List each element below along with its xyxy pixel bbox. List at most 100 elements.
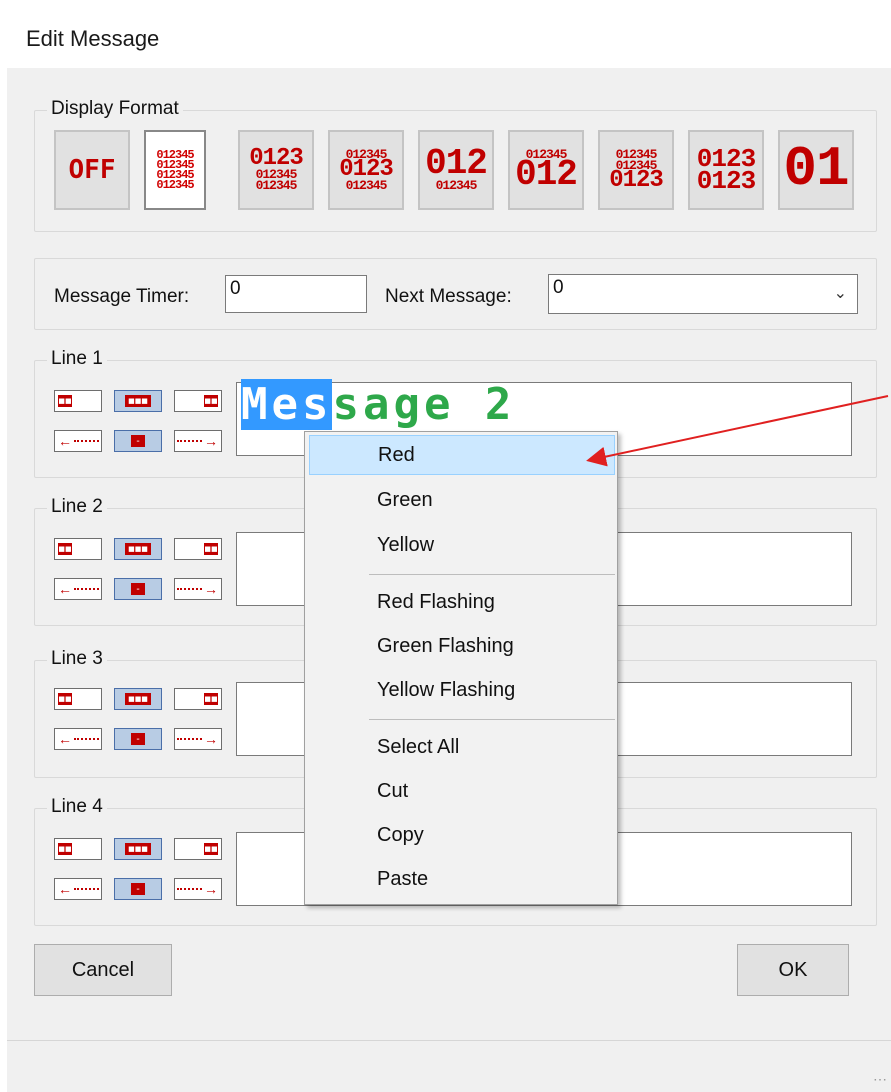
align-center-button[interactable]: ■■■ [114, 538, 162, 560]
format-line: 012345 [156, 178, 194, 193]
resize-grip-icon[interactable]: ⋯ [873, 1071, 887, 1088]
menu-separator [369, 719, 615, 720]
title-bar: Edit Message [0, 0, 891, 68]
arrow-right-icon: → [204, 731, 218, 747]
cancel-button[interactable]: Cancel [34, 944, 172, 996]
format-one-large-button[interactable]: 01 [778, 130, 854, 210]
align-left-button[interactable]: ■■ [54, 390, 102, 412]
align-center-button[interactable]: ■■■ [114, 688, 162, 710]
align-right-icon: ■■ [204, 543, 218, 555]
align-left-icon: ■■ [58, 395, 72, 407]
scroll-right-button[interactable]: → [174, 430, 222, 452]
align-right-button[interactable]: ■■ [174, 390, 222, 412]
menu-item-copy[interactable]: Copy [309, 815, 615, 855]
format-small-large-button[interactable]: 012345 012 [508, 130, 584, 210]
menu-item-label: Copy [377, 823, 424, 846]
format-small-small-big-button[interactable]: 012345 012345 0123 [598, 130, 674, 210]
menu-item-select-all[interactable]: Select All [309, 727, 615, 767]
unselected-text: sage 2 [332, 379, 516, 430]
format-two-medium-button[interactable]: 0123 0123 [688, 130, 764, 210]
scroll-none-button[interactable]: - [114, 430, 162, 452]
line2-legend: Line 2 [47, 496, 107, 518]
scroll-none-button[interactable]: - [114, 578, 162, 600]
align-left-button[interactable]: ■■ [54, 838, 102, 860]
menu-item-paste[interactable]: Paste [309, 859, 615, 899]
arrow-right-icon: → [204, 433, 218, 449]
dash-icon: - [131, 883, 145, 895]
menu-item-green-flashing[interactable]: Green Flashing [309, 626, 615, 666]
arrow-left-icon: ← [58, 731, 72, 747]
align-center-icon: ■■■ [125, 693, 151, 705]
message-timer-input[interactable]: 0 [225, 275, 367, 313]
menu-item-yellow[interactable]: Yellow [309, 525, 615, 565]
menu-item-red-flashing[interactable]: Red Flashing [309, 582, 615, 622]
menu-separator [369, 574, 615, 575]
scroll-none-button[interactable]: - [114, 878, 162, 900]
menu-item-label: Red Flashing [377, 590, 495, 613]
format-line: 012 [425, 143, 488, 185]
align-right-icon: ■■ [204, 843, 218, 855]
format-line: 0123 [339, 155, 394, 183]
align-left-button[interactable]: ■■ [54, 688, 102, 710]
menu-item-label: Select All [377, 735, 460, 758]
arrow-right-icon: → [204, 581, 218, 597]
format-line: 01 [783, 137, 849, 202]
next-message-label: Next Message: [385, 286, 512, 307]
arrow-right-icon: → [204, 881, 218, 897]
format-large-small-button[interactable]: 012 012345 [418, 130, 494, 210]
menu-item-yellow-flashing[interactable]: Yellow Flashing [309, 670, 615, 710]
status-bar [7, 1040, 891, 1092]
scroll-left-button[interactable]: ← [54, 878, 102, 900]
next-message-combobox[interactable]: 0 ⌄ [548, 274, 858, 314]
format-off-button[interactable]: OFF [54, 130, 130, 210]
menu-item-label: Yellow Flashing [377, 678, 516, 701]
format-big-small-button[interactable]: 0123 012345 012345 [238, 130, 314, 210]
menu-item-green[interactable]: Green [309, 480, 615, 520]
line1-legend: Line 1 [47, 348, 107, 370]
next-message-value: 0 [553, 277, 564, 298]
format-line: 012345 [255, 178, 298, 194]
scroll-left-button[interactable]: ← [54, 430, 102, 452]
menu-item-red[interactable]: Red [309, 435, 615, 475]
scroll-right-button[interactable]: → [174, 728, 222, 750]
align-left-button[interactable]: ■■ [54, 538, 102, 560]
display-format-legend: Display Format [47, 98, 183, 120]
scroll-left-button[interactable]: ← [54, 578, 102, 600]
align-center-icon: ■■■ [125, 395, 151, 407]
align-left-icon: ■■ [58, 693, 72, 705]
align-center-button[interactable]: ■■■ [114, 838, 162, 860]
dash-icon: - [131, 733, 145, 745]
message-timer-label: Message Timer: [54, 286, 190, 307]
format-small-big-small-button[interactable]: 012345 0123 012345 [328, 130, 404, 210]
arrow-left-icon: ← [58, 881, 72, 897]
format-four-line-button[interactable]: 012345 012345 012345 012345 [144, 130, 206, 210]
align-center-icon: ■■■ [125, 843, 151, 855]
selected-text: Mes [241, 379, 333, 430]
align-left-icon: ■■ [58, 843, 72, 855]
menu-item-label: Cut [377, 779, 409, 802]
menu-item-label: Paste [377, 867, 429, 890]
align-right-button[interactable]: ■■ [174, 538, 222, 560]
format-line: 012 [515, 154, 578, 196]
scroll-none-button[interactable]: - [114, 728, 162, 750]
format-line: 012345 [345, 178, 388, 194]
chevron-down-icon[interactable]: ⌄ [834, 283, 847, 303]
line1-led-text: Message 2 [241, 379, 515, 430]
align-center-button[interactable]: ■■■ [114, 390, 162, 412]
dash-icon: - [131, 583, 145, 595]
arrow-left-icon: ← [58, 433, 72, 449]
menu-item-cut[interactable]: Cut [309, 771, 615, 811]
format-off-label: OFF [68, 155, 116, 185]
align-center-icon: ■■■ [125, 543, 151, 555]
context-menu: Red Green Yellow Red Flashing Green Flas… [304, 431, 618, 905]
scroll-left-button[interactable]: ← [54, 728, 102, 750]
align-right-button[interactable]: ■■ [174, 688, 222, 710]
align-right-button[interactable]: ■■ [174, 838, 222, 860]
window-title: Edit Message [26, 26, 160, 51]
scroll-right-button[interactable]: → [174, 578, 222, 600]
align-right-icon: ■■ [204, 693, 218, 705]
ok-button[interactable]: OK [737, 944, 849, 996]
align-right-icon: ■■ [204, 395, 218, 407]
scroll-right-button[interactable]: → [174, 878, 222, 900]
format-line: 0123 [696, 166, 756, 196]
